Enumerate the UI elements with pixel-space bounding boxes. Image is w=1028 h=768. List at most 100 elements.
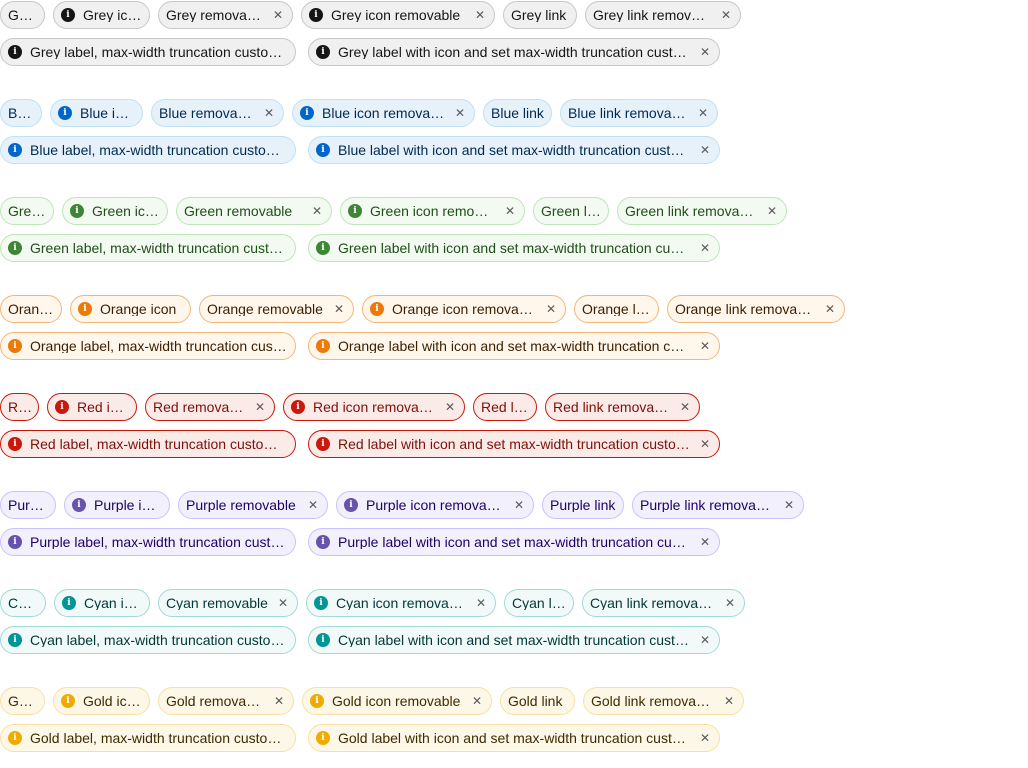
label-row-basic: Blue i Blue icon Blue removable ✕ i Blue icon … [0, 99, 1028, 127]
red-icon-truncated-removable-label: i Red label with icon and set max-width t… [308, 430, 720, 458]
label-row-truncated: i Orange label, max-width truncation cust… [0, 332, 1028, 360]
close-icon[interactable]: ✕ [698, 534, 712, 550]
red-label-text: Red link [481, 400, 529, 414]
close-icon[interactable]: ✕ [332, 301, 346, 317]
close-icon[interactable]: ✕ [310, 203, 324, 219]
red-label-text: Red removable [153, 400, 245, 414]
close-icon[interactable]: ✕ [474, 595, 488, 611]
gold-label-text: Gold icon [83, 694, 142, 708]
orange-link-label[interactable]: Orange link [574, 295, 659, 323]
gold-icon-truncated-removable-label: i Gold label with icon and set max-width … [308, 724, 720, 752]
orange-label-text: Orange label with icon and set max-width… [338, 339, 690, 353]
label-row-basic: Grey i Grey icon Grey removable ✕ i Grey icon … [0, 1, 1028, 29]
cyan-link-removable-label[interactable]: Cyan link removable ✕ [582, 589, 745, 617]
gold-link-removable-label[interactable]: Gold link removable ✕ [583, 687, 744, 715]
label-row-truncated: i Red label, max-width truncation customi… [0, 430, 1028, 458]
close-icon[interactable]: ✕ [271, 7, 285, 23]
label-row-basic: Cyan i Cyan icon Cyan removable ✕ i Cyan icon … [0, 589, 1028, 617]
close-icon[interactable]: ✕ [696, 105, 710, 121]
blue-link-removable-label[interactable]: Blue link removable ✕ [560, 99, 718, 127]
close-icon[interactable]: ✕ [722, 693, 736, 709]
green-label-text: Green label, max-width truncation custom… [30, 241, 288, 255]
info-icon: i [344, 498, 358, 512]
purple-icon-truncated-removable-label: i Purple label with icon and set max-widt… [308, 528, 720, 556]
close-icon[interactable]: ✕ [698, 142, 712, 158]
gold-label-text: Gold link removable [591, 694, 714, 708]
gold-removable-label: Gold removable ✕ [158, 687, 294, 715]
close-icon[interactable]: ✕ [276, 595, 290, 611]
orange-label-text: Orange removable [207, 302, 323, 316]
info-icon: i [8, 437, 22, 451]
close-icon[interactable]: ✕ [698, 632, 712, 648]
close-icon[interactable]: ✕ [470, 693, 484, 709]
close-icon[interactable]: ✕ [698, 730, 712, 746]
purple-label-text: Purple link removable [640, 498, 774, 512]
close-icon[interactable]: ✕ [512, 497, 526, 513]
close-icon[interactable]: ✕ [306, 497, 320, 513]
label-group-green: Green i Green icon Green removable ✕ i Green i… [0, 197, 1028, 262]
orange-link-removable-label[interactable]: Orange link removable ✕ [667, 295, 845, 323]
info-icon: i [8, 633, 22, 647]
grey-label-text: Grey link removable [593, 8, 711, 22]
green-link-label[interactable]: Green link [533, 197, 609, 225]
gold-label-text: Gold link [508, 694, 563, 708]
close-icon[interactable]: ✕ [262, 105, 276, 121]
info-icon: i [314, 596, 328, 610]
close-icon[interactable]: ✕ [723, 595, 737, 611]
purple-link-label[interactable]: Purple link [542, 491, 624, 519]
orange-label: Orange [0, 295, 62, 323]
grey-link-removable-label[interactable]: Grey link removable ✕ [585, 1, 741, 29]
info-icon: i [61, 8, 75, 22]
green-icon-truncated-removable-label: i Green label with icon and set max-width… [308, 234, 720, 262]
close-icon[interactable]: ✕ [503, 203, 517, 219]
close-icon[interactable]: ✕ [719, 7, 733, 23]
close-icon[interactable]: ✕ [698, 240, 712, 256]
label-row-basic: Gold i Gold icon Gold removable ✕ i Gold icon … [0, 687, 1028, 715]
grey-truncated-label: i Grey label, max-width truncation custom… [0, 38, 296, 66]
cyan-link-label[interactable]: Cyan link [504, 589, 574, 617]
purple-label-text: Purple removable [186, 498, 296, 512]
close-icon[interactable]: ✕ [698, 436, 712, 452]
orange-truncated-label: i Orange label, max-width truncation cust… [0, 332, 296, 360]
blue-truncated-label: i Blue label, max-width truncation custom… [0, 136, 296, 164]
blue-link-label[interactable]: Blue link [483, 99, 552, 127]
close-icon[interactable]: ✕ [678, 399, 692, 415]
close-icon[interactable]: ✕ [765, 203, 779, 219]
red-label-text: Red label, max-width truncation customiz… [30, 437, 288, 451]
green-label-text: Green icon [92, 204, 160, 218]
close-icon[interactable]: ✕ [272, 693, 286, 709]
close-icon[interactable]: ✕ [698, 44, 712, 60]
orange-icon-truncated-removable-label: i Orange label with icon and set max-widt… [308, 332, 720, 360]
green-link-removable-label[interactable]: Green link removable ✕ [617, 197, 787, 225]
close-icon[interactable]: ✕ [782, 497, 796, 513]
gold-label-text: Gold removable [166, 694, 264, 708]
info-icon: i [8, 731, 22, 745]
blue-label: Blue [0, 99, 42, 127]
close-icon[interactable]: ✕ [698, 338, 712, 354]
info-icon: i [348, 204, 362, 218]
grey-label-text: Grey label with icon and set max-width t… [338, 45, 690, 59]
orange-icon-removable-label: i Orange icon removable ✕ [362, 295, 566, 323]
red-link-label[interactable]: Red link [473, 393, 537, 421]
green-truncated-label: i Green label, max-width truncation custo… [0, 234, 296, 262]
blue-removable-label: Blue removable ✕ [151, 99, 284, 127]
gold-link-label[interactable]: Gold link [500, 687, 575, 715]
red-label-text: Red icon removable [313, 400, 435, 414]
close-icon[interactable]: ✕ [544, 301, 558, 317]
grey-label-text: Grey [8, 8, 37, 22]
red-label-text: Red icon [77, 400, 129, 414]
label-row-truncated: i Gold label, max-width truncation custom… [0, 724, 1028, 752]
red-link-removable-label[interactable]: Red link removable ✕ [545, 393, 700, 421]
label-row-truncated: i Blue label, max-width truncation custom… [0, 136, 1028, 164]
close-icon[interactable]: ✕ [473, 7, 487, 23]
purple-link-removable-label[interactable]: Purple link removable ✕ [632, 491, 804, 519]
close-icon[interactable]: ✕ [253, 399, 267, 415]
cyan-label-text: Cyan link [512, 596, 566, 610]
orange-label-text: Orange [8, 302, 54, 316]
close-icon[interactable]: ✕ [443, 399, 457, 415]
label-showcase: Grey i Grey icon Grey removable ✕ i Grey icon … [0, 0, 1028, 768]
info-icon: i [316, 241, 330, 255]
close-icon[interactable]: ✕ [453, 105, 467, 121]
grey-link-label[interactable]: Grey link [503, 1, 577, 29]
close-icon[interactable]: ✕ [823, 301, 837, 317]
